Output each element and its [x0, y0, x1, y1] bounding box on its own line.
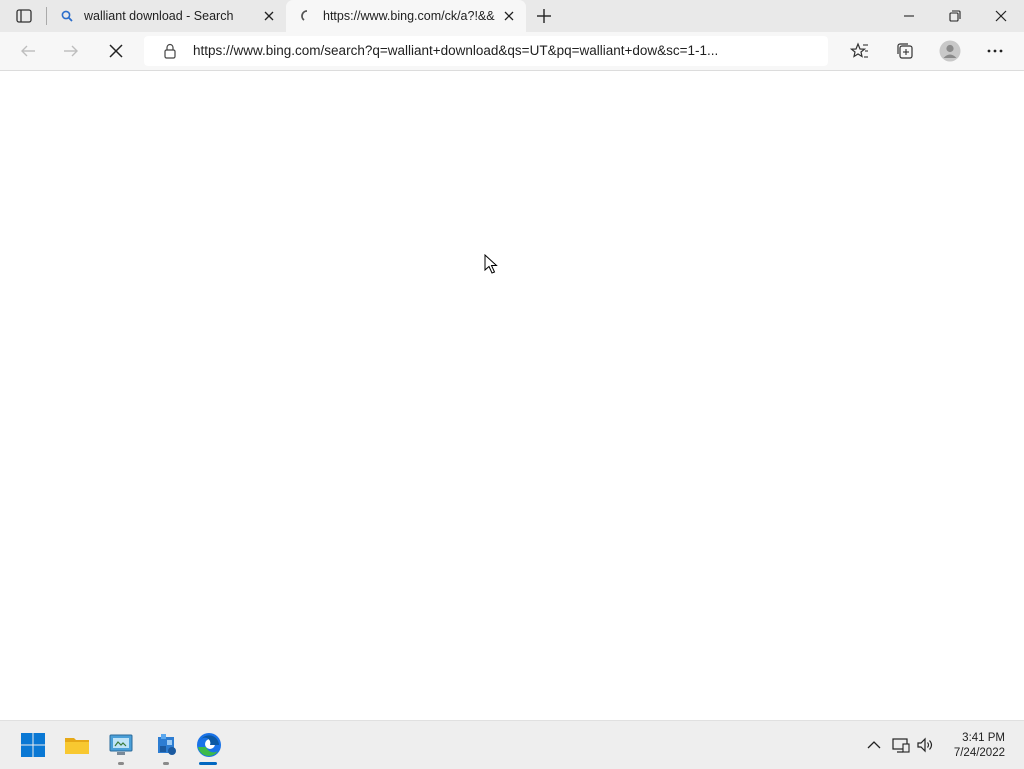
forward-icon[interactable] — [61, 41, 81, 61]
loading-spinner-icon — [300, 9, 314, 23]
back-icon[interactable] — [18, 41, 38, 61]
tab-walliant-search[interactable]: walliant download - Search — [46, 0, 286, 32]
running-indicator — [118, 762, 124, 765]
search-icon — [60, 9, 74, 23]
network-icon[interactable] — [891, 735, 911, 755]
tab-bing-redirect[interactable]: https://www.bing.com/ck/a?!&&p — [286, 0, 526, 32]
tab-actions-icon[interactable] — [14, 6, 34, 26]
lock-icon[interactable] — [162, 42, 178, 60]
running-indicator — [163, 762, 169, 765]
clock-date: 7/24/2022 — [953, 747, 1005, 759]
taskbar: 3:41 PM 7/24/2022 — [0, 720, 1024, 769]
close-window-icon[interactable] — [991, 6, 1011, 26]
file-explorer-icon[interactable] — [63, 731, 91, 759]
chevron-up-icon[interactable] — [864, 735, 884, 755]
volume-icon[interactable] — [915, 735, 935, 755]
close-tab-icon[interactable] — [502, 9, 516, 23]
active-indicator — [199, 762, 217, 765]
control-panel-icon[interactable] — [107, 731, 135, 759]
more-options-icon[interactable] — [985, 41, 1005, 61]
tab-title: walliant download - Search — [84, 9, 234, 23]
start-windows-icon[interactable] — [19, 731, 47, 759]
collections-icon[interactable] — [895, 41, 915, 61]
profile-avatar-icon[interactable] — [939, 40, 961, 62]
restore-icon[interactable] — [945, 6, 965, 26]
tab-strip: walliant download - Search https://www.b… — [0, 0, 1024, 32]
tab-title: https://www.bing.com/ck/a?!&&p — [323, 9, 495, 23]
favorites-icon[interactable] — [849, 41, 870, 61]
system-clock[interactable]: 3:41 PM 7/24/2022 — [954, 731, 1005, 761]
url-text[interactable]: https://www.bing.com/search?q=walliant+d… — [193, 36, 765, 66]
edge-browser-icon[interactable] — [195, 731, 223, 759]
minimize-icon[interactable] — [899, 6, 919, 26]
clock-time: 3:41 PM — [962, 732, 1005, 744]
page-content-blank — [0, 71, 1024, 720]
stop-loading-icon[interactable] — [106, 41, 126, 61]
installer-app-icon[interactable] — [152, 731, 180, 759]
mouse-cursor-icon — [484, 253, 498, 274]
close-tab-icon[interactable] — [262, 9, 276, 23]
address-bar[interactable]: https://www.bing.com/search?q=walliant+d… — [144, 36, 828, 66]
new-tab-icon[interactable] — [534, 6, 554, 26]
